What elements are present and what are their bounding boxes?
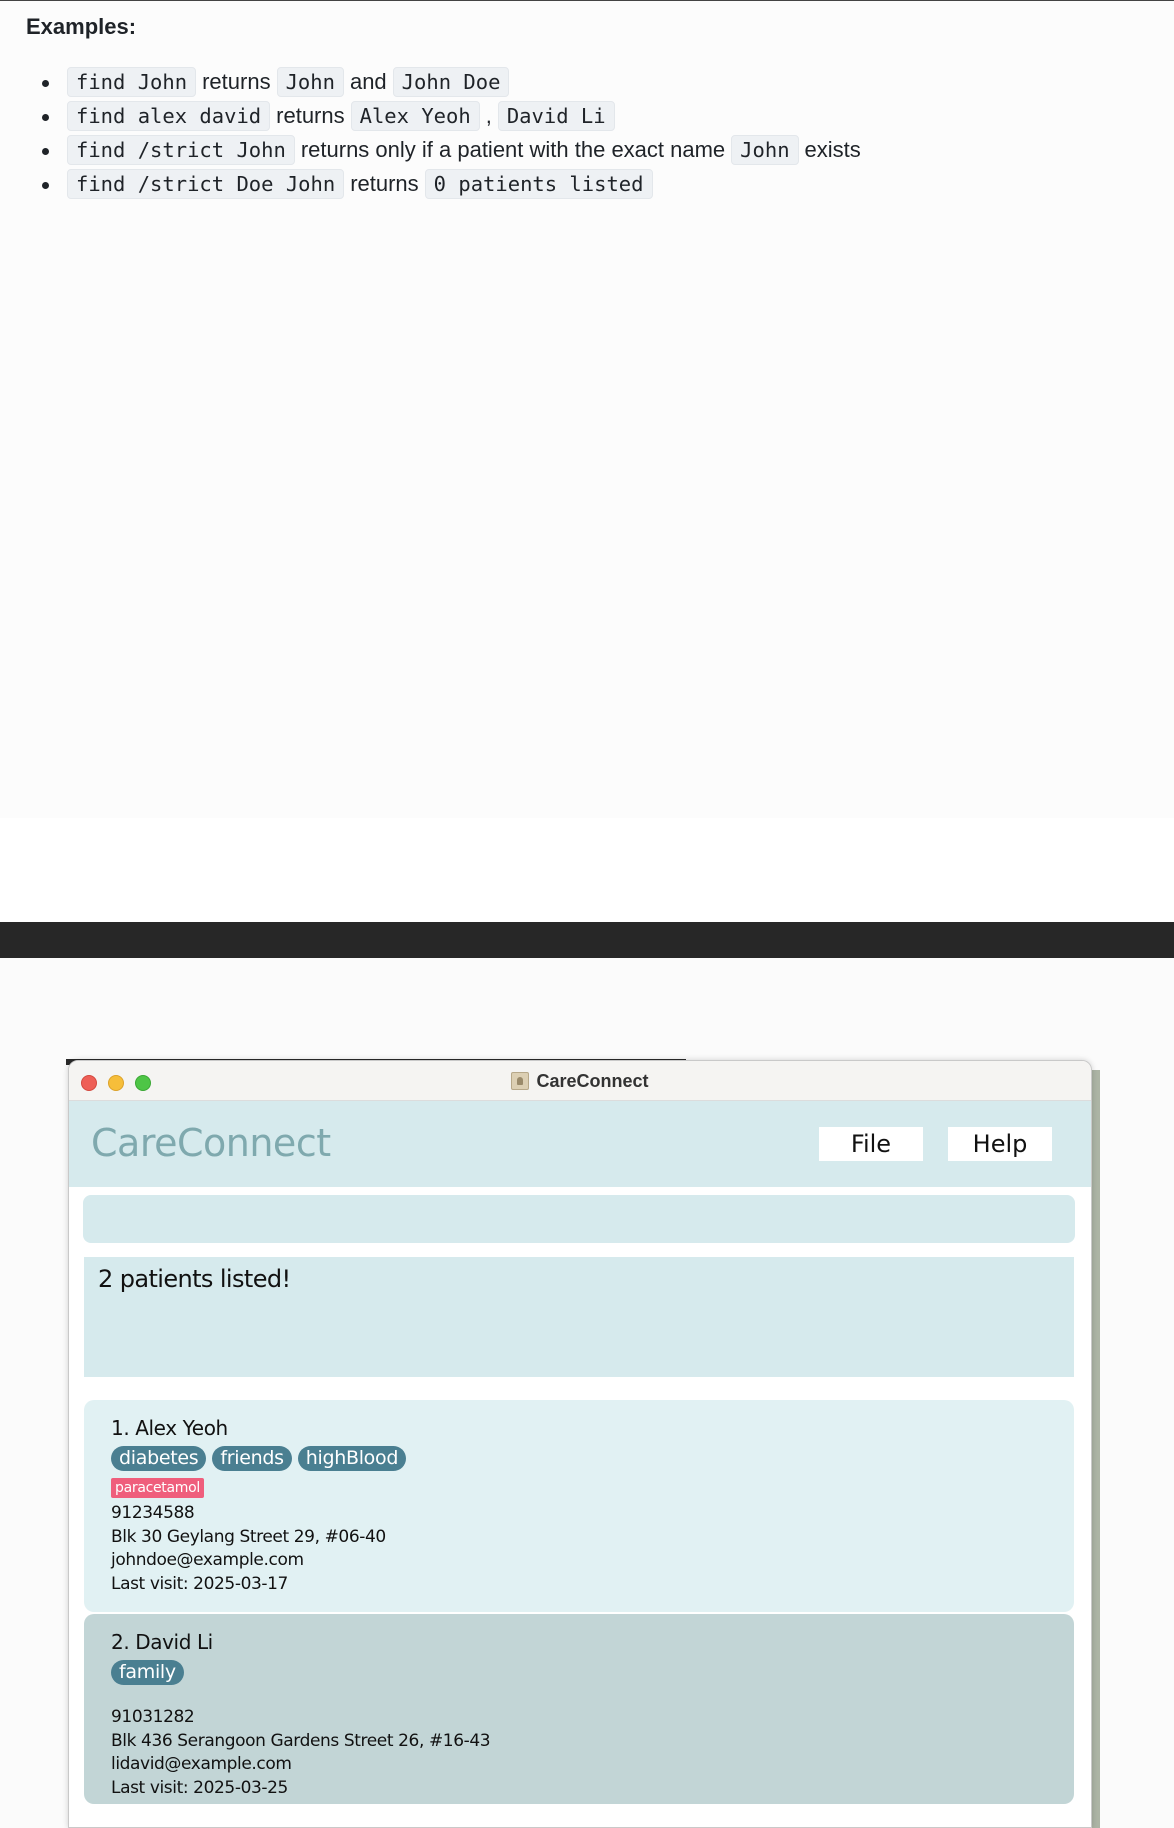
patient-name: 1. Alex Yeoh (111, 1416, 228, 1440)
patient-last-visit: Last visit: 2025-03-25 (111, 1777, 288, 1798)
document-bottom-area (0, 818, 1174, 922)
tag-badge: friends (212, 1446, 292, 1471)
patient-last-visit: Last visit: 2025-03-17 (111, 1573, 288, 1594)
patient-address: Blk 436 Serangoon Gardens Street 26, #16… (111, 1730, 491, 1751)
command-input[interactable] (83, 1195, 1075, 1243)
window-title-group: CareConnect (69, 1061, 1091, 1101)
menu-bar: CareConnect File Help (69, 1101, 1091, 1187)
help-menu-button[interactable]: Help (948, 1127, 1052, 1161)
file-menu-button[interactable]: File (819, 1127, 923, 1161)
patient-phone: 91234588 (111, 1503, 195, 1523)
code-snippet: John (276, 67, 344, 97)
app-window: CareConnect CareConnect File Help 2 pati… (68, 1060, 1092, 1828)
patient-card[interactable]: 2. David Li family 91031282 Blk 436 Sera… (84, 1614, 1074, 1804)
patient-email: johndoe@example.com (111, 1550, 304, 1570)
example-text: returns (202, 69, 271, 94)
medication-list (111, 1688, 1047, 1706)
patient-address: Blk 30 Geylang Street 29, #06-40 (111, 1526, 386, 1547)
window-title: CareConnect (536, 1070, 649, 1091)
example-text: , (485, 103, 492, 128)
app-name-label: CareConnect (91, 1121, 331, 1165)
code-snippet: John (731, 135, 799, 165)
example-item: find /strict Doe John returns 0 patients l… (40, 167, 863, 201)
example-text: returns (350, 171, 419, 196)
example-item: find /strict John returns only if a patie… (40, 133, 863, 167)
patient-phone: 91031282 (111, 1707, 195, 1727)
document-section: Examples: find John returns John and John Do… (0, 0, 1174, 818)
example-item: find alex david returns Alex Yeoh, David Li (40, 99, 863, 133)
tag-badge: diabetes (111, 1446, 207, 1471)
medication-badge: paracetamol (111, 1478, 204, 1498)
code-snippet: David Li (497, 101, 615, 131)
code-snippet: John Doe (392, 67, 510, 97)
patient-name: 2. David Li (111, 1630, 213, 1654)
example-text: returns only if a patient with the exact… (300, 137, 726, 162)
app-icon (511, 1072, 530, 1090)
divider-bar (0, 922, 1174, 958)
patient-email: lidavid@example.com (111, 1754, 292, 1774)
code-snippet: 0 patients listed (424, 169, 653, 199)
code-snippet: Alex Yeoh (350, 101, 480, 131)
tag-badge: highBlood (297, 1446, 407, 1471)
tag-list: family (111, 1657, 1047, 1688)
examples-list: find John returns John and John Doe find alex… (40, 65, 863, 201)
medication-list: paracetamol (111, 1474, 1047, 1502)
tag-list: diabetes friends highBlood (111, 1443, 1047, 1474)
code-snippet: find alex david (67, 101, 271, 131)
code-snippet: find /strict Doe John (67, 169, 345, 199)
example-item: find John returns John and John Doe (40, 65, 863, 99)
patient-card[interactable]: 1. Alex Yeoh diabetes friends highBlood … (84, 1400, 1074, 1612)
app-body: 2 patients listed! 1. Alex Yeoh diabetes… (69, 1187, 1091, 1827)
example-text: exists (804, 137, 861, 162)
title-bar[interactable]: CareConnect (69, 1061, 1091, 1101)
example-text: and (349, 69, 387, 94)
examples-heading: Examples: (26, 14, 137, 39)
result-message: 2 patients listed! (98, 1265, 291, 1293)
tag-badge: family (111, 1660, 184, 1685)
example-text: returns (276, 103, 345, 128)
code-snippet: find John (67, 67, 197, 97)
result-display: 2 patients listed! (84, 1257, 1074, 1377)
code-snippet: find /strict John (67, 135, 295, 165)
